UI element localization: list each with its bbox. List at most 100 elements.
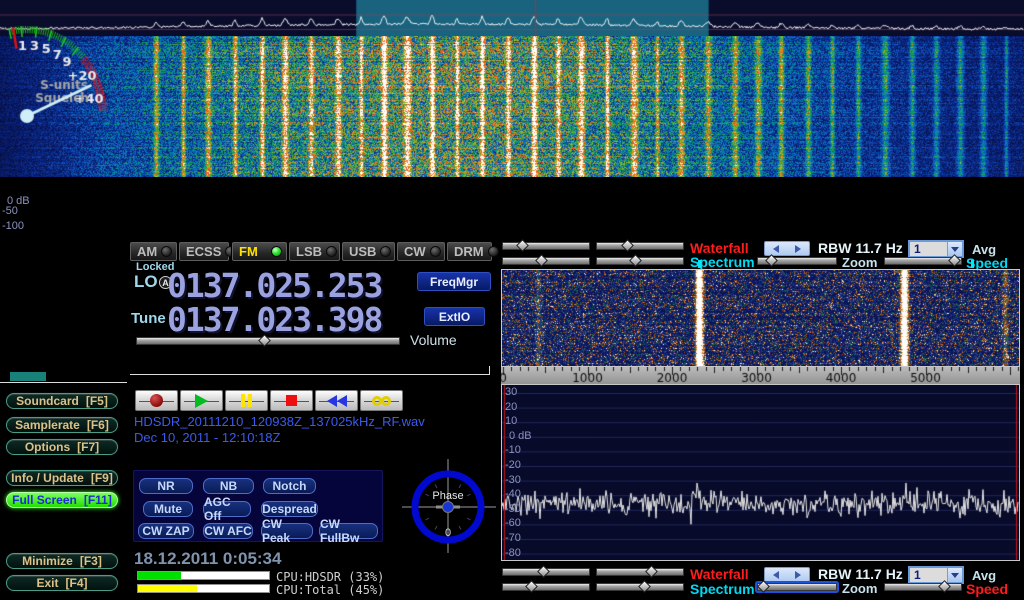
rewind-button[interactable]: [315, 390, 358, 411]
mode-cw-label: CW: [404, 244, 426, 259]
main-spectrum-m100db-label: -100: [2, 220, 24, 232]
main-spectrum-display[interactable]: [0, 0, 1024, 36]
mode-lsb-label: LSB: [296, 244, 322, 259]
slider-thumb[interactable]: [938, 580, 951, 593]
squelch-slider-track[interactable]: [0, 382, 127, 383]
db-scale-label: 30: [505, 386, 517, 398]
s-meter[interactable]: [0, 0, 130, 135]
notch-button[interactable]: Notch: [263, 478, 316, 494]
minimize-button[interactable]: Minimize[F3]: [6, 553, 118, 569]
rx-frequency-ruler[interactable]: [501, 367, 1020, 384]
samplerate-label: Samplerate: [15, 418, 80, 432]
local-datetime: 18.12.2011 0:05:34: [134, 549, 281, 569]
avg-count-select-bottom[interactable]: 1: [908, 566, 964, 584]
cpu-hdsdr-bar: [137, 571, 270, 580]
rx-spectrum-min-slider-bottom[interactable]: [502, 583, 590, 591]
despread-button[interactable]: Despread: [261, 501, 318, 517]
db-scale-label: -60: [505, 517, 521, 529]
slider-thumb[interactable]: [757, 580, 770, 593]
rx-waterfall-brightness-slider-top[interactable]: [502, 242, 590, 250]
stop-button[interactable]: [270, 390, 313, 411]
rx-waterfall-contrast-slider-top[interactable]: [596, 242, 684, 250]
zoom-slider-bottom[interactable]: [757, 583, 837, 591]
rbw-value-bottom: RBW 11.7 Hz: [818, 566, 903, 582]
waterfall-label-bottom: Waterfall: [690, 566, 749, 582]
options-button[interactable]: Options[F7]: [6, 439, 118, 455]
cw-zap-button[interactable]: CW ZAP: [138, 523, 194, 539]
slider-thumb[interactable]: [638, 580, 651, 593]
loop-button[interactable]: [360, 390, 403, 411]
dropdown-chevron-icon[interactable]: [947, 568, 962, 582]
db-scale-label: -10: [505, 444, 521, 456]
mode-button-fm[interactable]: FM: [232, 242, 287, 261]
panel-divider-stub: [489, 366, 490, 375]
volume-slider[interactable]: [136, 337, 400, 345]
mode-button-ecss[interactable]: ECSS: [179, 242, 229, 261]
slider-thumb[interactable]: [645, 565, 658, 578]
slider-thumb[interactable]: [948, 254, 961, 267]
slider-thumb[interactable]: [536, 254, 549, 267]
extio-button[interactable]: ExtIO: [424, 307, 485, 326]
rx-spectrum-min-slider-top[interactable]: [502, 257, 590, 265]
slider-thumb[interactable]: [517, 239, 530, 252]
info-update-label: Info / Update: [11, 471, 84, 485]
slider-thumb[interactable]: [525, 580, 538, 593]
rx-spectrum-max-slider-top[interactable]: [596, 257, 684, 265]
rbw-increase-icon[interactable]: [795, 245, 801, 253]
rbw-increase-icon[interactable]: [795, 571, 801, 579]
mode-ecss-label: ECSS: [186, 244, 221, 259]
record-button[interactable]: [135, 390, 178, 411]
volume-slider-thumb[interactable]: [258, 334, 271, 347]
carrier-marker-icon: [971, 260, 974, 268]
slider-thumb[interactable]: [537, 565, 550, 578]
speed-slider-bottom[interactable]: [884, 583, 962, 591]
samplerate-key: [F6]: [87, 418, 109, 432]
slider-thumb[interactable]: [621, 239, 634, 252]
rbw-decrease-icon[interactable]: [773, 245, 779, 253]
cpu-total-label: CPU:Total (45%): [276, 583, 384, 597]
mute-button[interactable]: Mute: [143, 501, 193, 517]
cw-peak-button[interactable]: CW Peak: [261, 523, 313, 539]
rx-spectrum-max-slider-bottom[interactable]: [596, 583, 684, 591]
mode-button-drm[interactable]: DRM: [447, 242, 492, 261]
exit-button[interactable]: Exit[F4]: [6, 575, 118, 591]
mode-button-am[interactable]: AM: [130, 242, 177, 261]
zoom-slider-top[interactable]: [757, 257, 837, 265]
db-scale-label: -20: [505, 459, 521, 471]
slider-thumb[interactable]: [765, 254, 778, 267]
soundcard-key: [F5]: [86, 394, 108, 408]
speed-slider-top[interactable]: [884, 257, 962, 265]
pause-button[interactable]: [225, 390, 268, 411]
rx-waterfall-brightness-slider-bottom[interactable]: [502, 568, 590, 576]
mode-button-usb[interactable]: USB: [342, 242, 395, 261]
nb-button[interactable]: NB: [203, 478, 254, 494]
recording-timestamp: Dec 10, 2011 - 12:10:18Z: [134, 430, 280, 445]
squelch-indicator[interactable]: [10, 372, 46, 381]
tune-frequency-value[interactable]: 0137.023.398: [167, 300, 381, 339]
mode-button-lsb[interactable]: LSB: [289, 242, 340, 261]
tune-label: Tune: [131, 310, 166, 327]
mode-am-label: AM: [137, 244, 157, 259]
freqmgr-button[interactable]: FreqMgr: [417, 272, 491, 291]
rx-waterfall-display[interactable]: [502, 270, 1019, 366]
rbw-stepper-bottom[interactable]: [764, 567, 810, 582]
cw-afc-button[interactable]: CW AFC: [203, 523, 253, 539]
play-button[interactable]: [180, 390, 223, 411]
carrier-marker-icon: [698, 260, 701, 268]
mode-drm-led-icon: [488, 246, 499, 257]
cw-fullbw-button[interactable]: CW FullBw: [319, 523, 378, 539]
mode-button-cw[interactable]: CW: [397, 242, 445, 261]
info-update-button[interactable]: Info / Update[F9]: [6, 470, 118, 486]
full-screen-button[interactable]: Full Screen[F11]: [6, 492, 118, 508]
agc-off-button[interactable]: AGC Off: [203, 501, 251, 517]
rx-waterfall-contrast-slider-bottom[interactable]: [596, 568, 684, 576]
rx-spectrum-display[interactable]: [502, 385, 1019, 560]
minimize-key: [F3]: [80, 554, 102, 568]
nr-button[interactable]: NR: [139, 478, 193, 494]
rx-spectrum-frame: 3020100 dB-10-20-30-40-50-60-70-80: [501, 384, 1020, 561]
slider-thumb[interactable]: [630, 254, 643, 267]
soundcard-button[interactable]: Soundcard[F5]: [6, 393, 118, 409]
db-scale-label: 20: [505, 401, 517, 413]
rbw-decrease-icon[interactable]: [773, 571, 779, 579]
samplerate-button[interactable]: Samplerate [F6]: [6, 417, 118, 433]
